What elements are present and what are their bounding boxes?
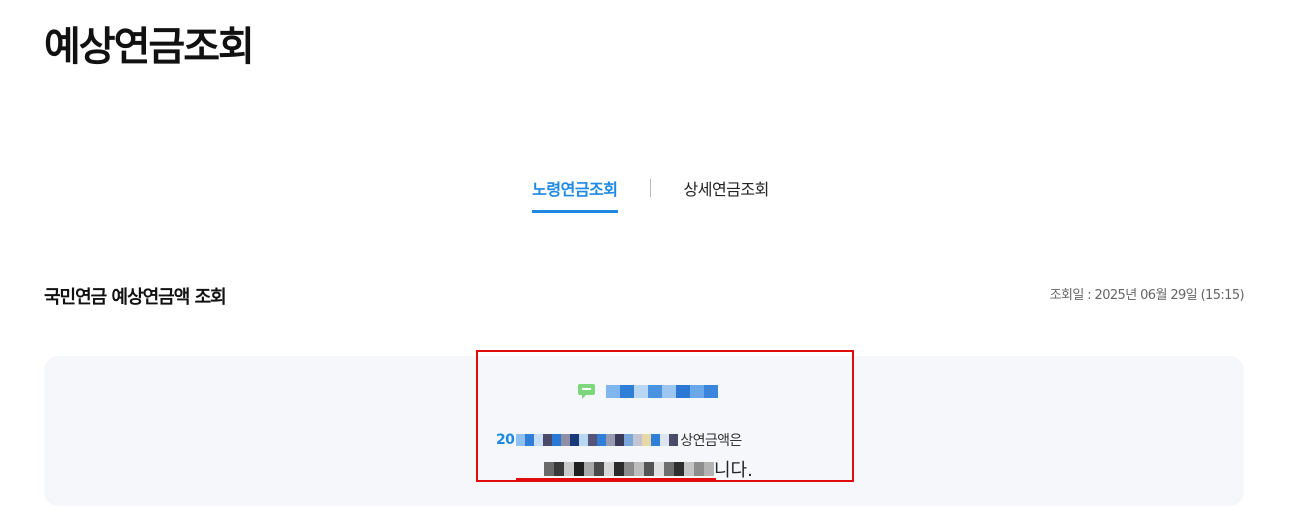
page: 예상연금조회 노령연금조회 상세연금조회 국민연금 예상연금액 조회 조회일 :… (0, 0, 1301, 518)
year-prefix: 20 (496, 432, 515, 448)
tab-bar: 노령연금조회 상세연금조회 (0, 176, 1301, 213)
tab-old-age-pension[interactable]: 노령연금조회 (532, 176, 618, 213)
tab-divider (649, 179, 651, 197)
query-date: 조회일 : 2025년 06월 29일 (15:15) (1049, 288, 1245, 303)
section-title: 국민연금 예상연금액 조회 (44, 287, 227, 308)
redacted-label (606, 385, 718, 398)
chat-bubble-icon (578, 384, 595, 399)
tab-detailed-pension[interactable]: 상세연금조회 (684, 176, 770, 212)
result-label (577, 383, 718, 400)
redacted-amount (544, 462, 714, 476)
result-description: 20 상연금액은 (496, 430, 742, 450)
page-title: 예상연금조회 (44, 24, 255, 70)
redacted-description (516, 434, 679, 446)
amount-underline (516, 478, 716, 480)
description-suffix: 상연금액은 (680, 433, 742, 449)
amount-suffix: 니다. (714, 460, 753, 481)
